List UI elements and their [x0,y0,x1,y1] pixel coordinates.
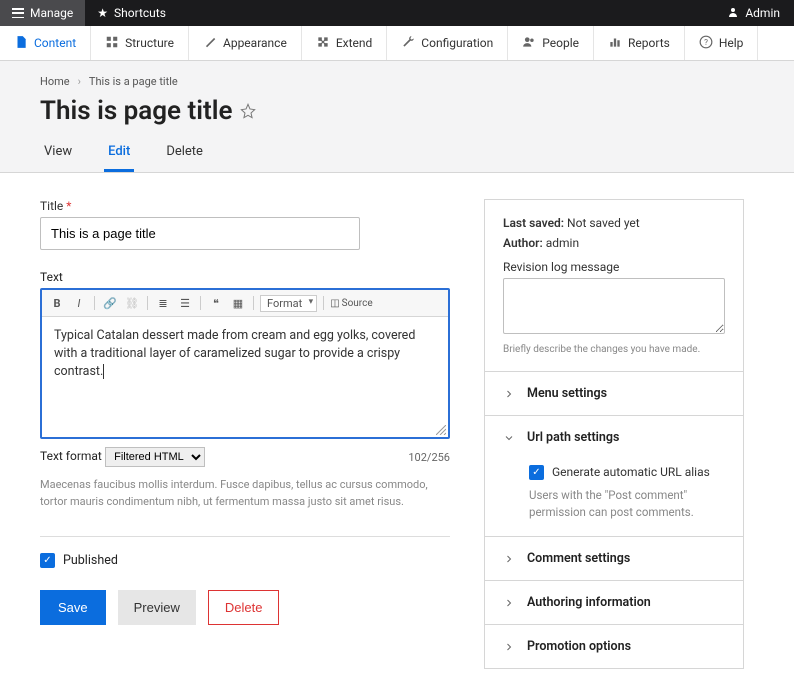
bold-button[interactable]: B [48,294,66,312]
toolbar-people[interactable]: People [508,26,594,60]
number-list-button[interactable]: ☰ [176,294,194,312]
admin-label: Admin [745,6,780,20]
italic-button[interactable]: I [70,294,88,312]
chevron-right-icon: › [78,75,81,88]
toolbar-help[interactable]: ?Help [685,26,759,60]
url-alias-checkbox[interactable]: ✓ [529,465,544,480]
toolbar-reports[interactable]: Reports [594,26,685,60]
accordion-authoring[interactable]: Authoring information [485,580,743,624]
delete-button[interactable]: Delete [208,590,280,625]
puzzle-icon [316,35,330,52]
user-icon [727,6,739,21]
toolbar-content[interactable]: Content [0,26,91,60]
help-text: Maecenas faucibus mollis interdum. Fusce… [40,477,450,537]
text-format-select[interactable]: Filtered HTML [105,447,205,467]
rich-text-editor: B I 🔗 ⛓ ≣ ☰ ❝ ▦ Format ◫ Source Typical … [40,288,450,439]
toolbar-extend[interactable]: Extend [302,26,387,60]
unlink-button[interactable]: ⛓ [123,294,141,312]
format-dropdown[interactable]: Format [260,295,317,312]
preview-button[interactable]: Preview [118,590,196,625]
author: Author: admin [503,236,725,250]
editor-toolbar: B I 🔗 ⛓ ≣ ☰ ❝ ▦ Format ◫ Source [42,290,448,317]
file-icon [14,35,28,52]
accordion-menu-settings[interactable]: Menu settings [485,371,743,415]
page-title: This is page title [40,96,754,126]
source-button[interactable]: ◫ Source [330,294,372,312]
toolbar-appearance[interactable]: Appearance [189,26,302,60]
published-checkbox[interactable]: ✓ [40,553,55,568]
text-format-row: Text format Filtered HTML [40,447,205,467]
wrench-icon [401,35,415,52]
favorite-toggle[interactable] [240,96,256,126]
tab-delete[interactable]: Delete [162,144,207,172]
accordion-comment[interactable]: Comment settings [485,536,743,580]
toolbar-structure[interactable]: Structure [91,26,189,60]
url-alias-row[interactable]: ✓ Generate automatic URL alias [529,463,725,481]
bullet-list-button[interactable]: ≣ [154,294,172,312]
breadcrumb: Home › This is a page title [40,75,754,88]
editor-content[interactable]: Typical Catalan dessert made from cream … [42,317,448,427]
manage-label: Manage [30,6,73,20]
shortcuts-menu[interactable]: ★ Shortcuts [85,6,178,20]
breadcrumb-home[interactable]: Home [40,75,70,88]
accordion-promotion[interactable]: Promotion options [485,624,743,668]
revision-help: Briefly describe the changes you have ma… [503,344,725,355]
revision-textarea[interactable] [503,278,725,334]
svg-text:?: ? [704,36,708,46]
title-input[interactable] [40,217,360,250]
shortcuts-label: Shortcuts [114,6,166,20]
published-row[interactable]: ✓ Published [40,553,450,568]
published-label: Published [63,553,118,568]
breadcrumb-current: This is a page title [89,75,178,88]
help-icon: ? [699,35,713,52]
url-path-panel: ✓ Generate automatic URL alias Users wit… [485,459,743,536]
last-saved: Last saved: Not saved yet [503,216,725,230]
tab-view[interactable]: View [40,144,76,172]
revision-label: Revision log message [503,260,725,274]
image-button[interactable]: ▦ [229,294,247,312]
url-alias-label: Generate automatic URL alias [552,463,710,481]
chevron-right-icon [503,388,515,400]
save-button[interactable]: Save [40,590,106,625]
toolbar-configuration[interactable]: Configuration [387,26,508,60]
accordion-url-path[interactable]: Url path settings [485,415,743,459]
title-label: Title * [40,199,450,213]
text-format-label: Text format [40,449,102,463]
manage-menu[interactable]: Manage [0,0,85,26]
chevron-right-icon [503,597,515,609]
people-icon [522,35,536,52]
star-icon: ★ [97,6,108,20]
chevron-right-icon [503,553,515,565]
resize-handle[interactable] [42,427,448,437]
text-label: Text [40,270,450,284]
tab-edit[interactable]: Edit [104,144,134,172]
link-button[interactable]: 🔗 [101,294,119,312]
admin-menu[interactable]: Admin [713,6,794,21]
chart-icon [608,35,622,52]
wand-icon [203,35,217,52]
hamburger-icon [12,8,24,18]
structure-icon [105,35,119,52]
chevron-down-icon [503,432,515,444]
chevron-right-icon [503,641,515,653]
url-alias-help: Users with the "Post comment" permission… [529,487,725,522]
quote-button[interactable]: ❝ [207,294,225,312]
char-counter: 102/256 [408,451,450,464]
